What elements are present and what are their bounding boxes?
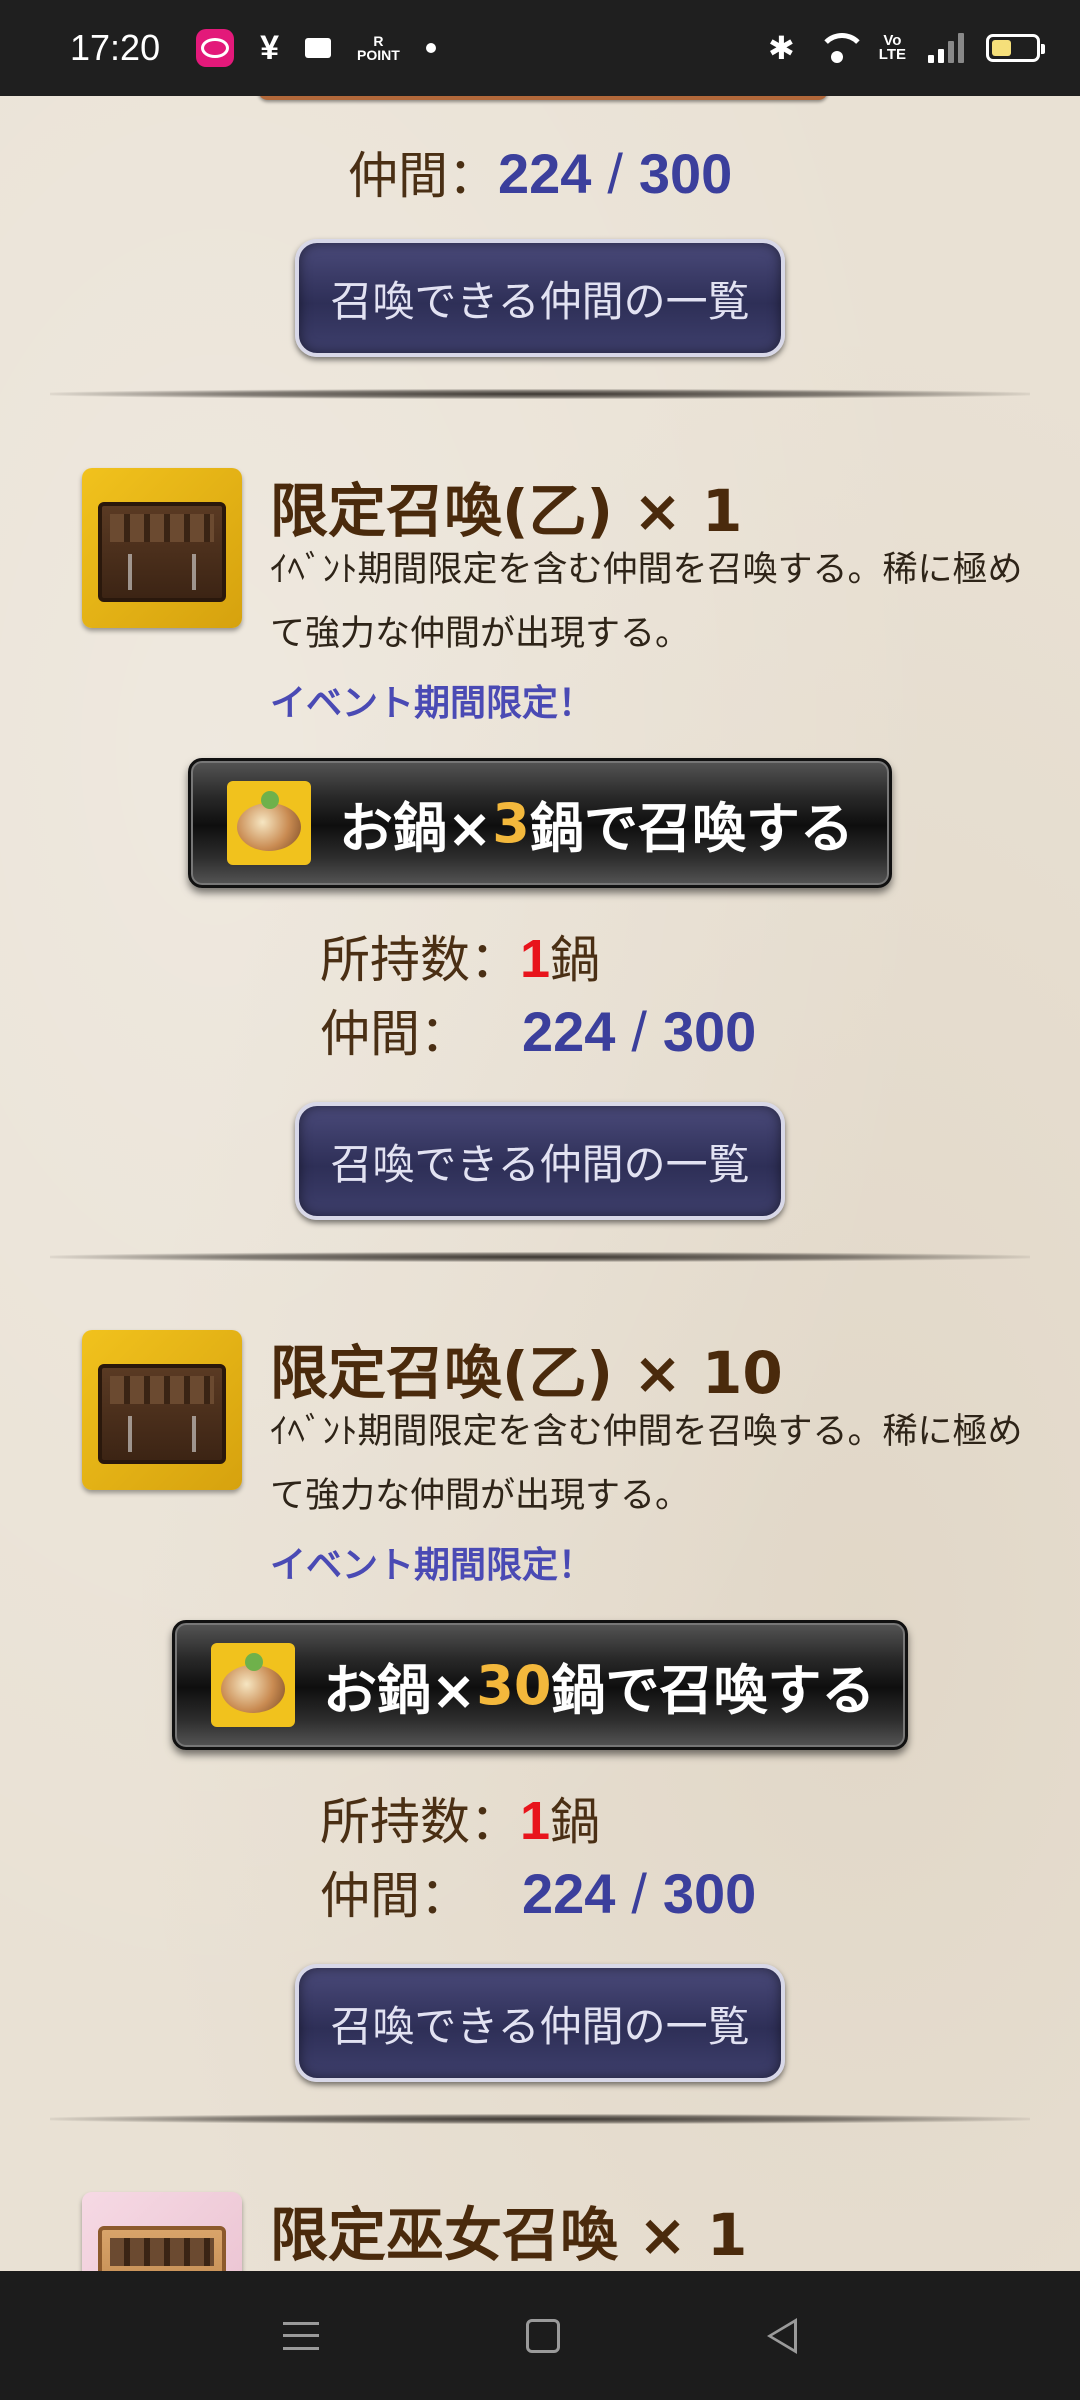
divider [50, 1252, 1030, 1262]
item-title: 限定召喚(乙) × 10 [270, 1339, 783, 1407]
nabe-icon [227, 781, 311, 865]
home-icon[interactable] [525, 2318, 560, 2353]
bluetooth-icon: ✱ [767, 30, 795, 66]
owned-count: 所持数：1鍋 [320, 1791, 601, 1851]
card-icon [305, 38, 332, 58]
back-icon[interactable] [766, 2317, 797, 2354]
battery-icon [986, 34, 1045, 62]
r-point-icon: R POINT [357, 33, 400, 63]
item-description: ｲﾍﾞﾝﾄ期間限定を含む仲間を召喚する。稀に極めて強力な仲間が出現する。 [270, 1412, 1023, 1516]
nabe-icon [211, 1643, 295, 1727]
summon-button[interactable]: お鍋× 3 鍋で召喚する [188, 758, 892, 888]
notification-dot-icon [425, 43, 436, 53]
divider [50, 2114, 1030, 2124]
companion-count: 仲間：224 / 300 [320, 1862, 757, 1925]
summon-button[interactable]: お鍋× 30 鍋で召喚する [172, 1620, 908, 1750]
item-title: 限定召喚(乙) × 1 [270, 477, 743, 545]
summon-chest-icon [82, 1330, 242, 1490]
item-title: 限定巫女召喚 × 1 [270, 2201, 748, 2269]
owned-count: 所持数：1鍋 [320, 929, 601, 989]
navigation-bar [0, 2271, 1080, 2400]
summon-list[interactable]: 仲間：224 / 300 召喚できる仲間の一覧 限定召喚(乙) × 1 ｲﾍﾞﾝ… [0, 96, 1080, 2271]
wifi-icon [816, 33, 867, 63]
status-bar: 17:20 ¥ R POINT ✱ Vo LTE [0, 0, 1080, 96]
summon-chest-icon [82, 2192, 242, 2271]
companion-list-button[interactable]: 召喚できる仲間の一覧 [295, 239, 785, 357]
item-description: ｲﾍﾞﾝﾄ期間限定を含む仲間を召喚する。稀に極めて強力な仲間が出現する。 [270, 550, 1023, 654]
limited-badge: イベント期間限定！ [270, 683, 595, 724]
volte-icon: Vo LTE [878, 32, 906, 63]
clock: 17:20 [70, 27, 161, 68]
rakuten-link-icon [196, 29, 235, 67]
companion-list-button[interactable]: 召喚できる仲間の一覧 [295, 1102, 785, 1220]
menu-icon[interactable] [283, 2321, 320, 2350]
divider [50, 389, 1030, 399]
summon-chest-icon [82, 468, 242, 628]
yen-icon: ¥ [260, 28, 280, 67]
companion-list-button[interactable]: 召喚できる仲間の一覧 [295, 1964, 785, 2082]
previous-summon-button-edge[interactable] [258, 96, 828, 100]
limited-badge: イベント期間限定！ [270, 1545, 595, 1586]
companion-count: 仲間：224 / 300 [320, 1000, 757, 1063]
signal-icon [928, 33, 964, 63]
companion-count: 仲間：224 / 300 [348, 142, 733, 205]
